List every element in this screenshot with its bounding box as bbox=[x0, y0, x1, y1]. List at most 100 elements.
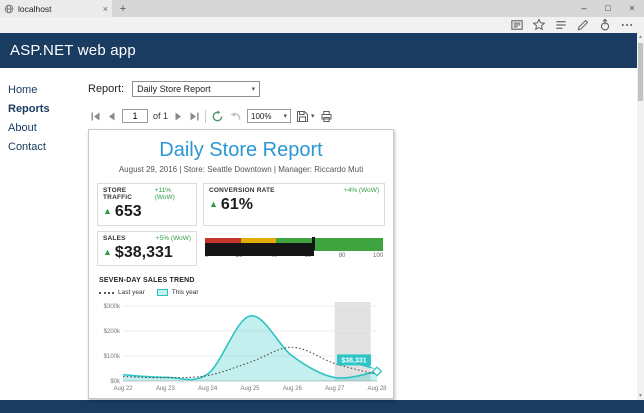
page-favicon-icon bbox=[4, 4, 14, 14]
report-select-value: Daily Store Report bbox=[137, 84, 211, 94]
up-arrow-icon: ▲ bbox=[103, 206, 112, 217]
area-swatch bbox=[156, 289, 168, 297]
browser-toolbar bbox=[0, 17, 644, 33]
svg-text:Aug 25: Aug 25 bbox=[240, 386, 260, 392]
minimize-button[interactable]: – bbox=[572, 0, 596, 17]
app-header: ASP.NET web app bbox=[0, 33, 644, 68]
svg-text:Aug 22: Aug 22 bbox=[113, 386, 133, 392]
share-icon[interactable] bbox=[598, 18, 612, 32]
bullet-bar bbox=[205, 236, 383, 256]
print-icon[interactable] bbox=[320, 110, 333, 123]
page-number-input[interactable] bbox=[122, 109, 148, 123]
chevron-down-icon: ▾ bbox=[251, 86, 256, 93]
svg-text:Aug 27: Aug 27 bbox=[325, 386, 345, 392]
chevron-down-icon: ▾ bbox=[283, 113, 288, 120]
up-arrow-icon: ▲ bbox=[209, 199, 218, 210]
kpi-label: SALES bbox=[103, 234, 126, 242]
kpi-sales: SALES +5% (WoW) ▲ $38,331 bbox=[97, 230, 197, 267]
sidebar-item-home[interactable]: Home bbox=[8, 84, 88, 96]
report-select-label: Report: bbox=[88, 83, 125, 95]
legend-label: This year bbox=[171, 289, 199, 297]
app-footer bbox=[0, 400, 644, 413]
last-page-button[interactable] bbox=[189, 111, 200, 122]
kpi-store-traffic: STORE TRAFFIC +11% (WoW) ▲ 653 bbox=[97, 183, 197, 226]
refresh-icon[interactable] bbox=[211, 110, 224, 123]
trend-chart: $0k $100k $200k $300k Aug 22 Aug 23 Aug 24 Aug … bbox=[104, 302, 387, 392]
svg-text:Aug 23: Aug 23 bbox=[156, 386, 176, 392]
bullet-value-bar bbox=[205, 242, 314, 256]
dotted-line-swatch bbox=[99, 291, 114, 294]
axis-tick: 100 bbox=[372, 252, 383, 259]
browser-tab[interactable]: localhost × bbox=[0, 0, 112, 17]
browser-window: localhost × + – □ × ASP.NET web app Home… bbox=[0, 0, 644, 413]
close-button[interactable]: × bbox=[620, 0, 644, 17]
report-title: Daily Store Report bbox=[159, 139, 323, 161]
new-tab-button[interactable]: + bbox=[112, 0, 134, 17]
kpi-value: 653 bbox=[114, 203, 142, 220]
kpi-grid: STORE TRAFFIC +11% (WoW) ▲ 653 CONVERSIO… bbox=[97, 183, 385, 267]
page-count-label: of 1 bbox=[153, 111, 169, 121]
svg-text:$100k: $100k bbox=[104, 354, 121, 360]
legend-label: Last year bbox=[118, 289, 145, 297]
more-options-icon[interactable] bbox=[620, 18, 634, 32]
scroll-up-icon[interactable]: ▲ bbox=[637, 33, 644, 41]
kpi-delta: +5% (WoW) bbox=[155, 234, 191, 242]
maximize-button[interactable]: □ bbox=[596, 0, 620, 17]
legend-last-year: Last year bbox=[99, 289, 145, 296]
report-viewer: of 1 bbox=[88, 106, 398, 400]
chevron-down-icon[interactable]: ▾ bbox=[311, 112, 315, 120]
trend-title: SEVEN-DAY SALES TREND bbox=[99, 277, 195, 285]
window-controls: – □ × bbox=[572, 0, 644, 17]
app-content: Home Reports About Contact Report: Daily… bbox=[0, 68, 644, 400]
conversion-bullet-chart: 0 20 40 60 80 100 bbox=[203, 231, 385, 267]
tab-strip: localhost × + – □ × bbox=[0, 0, 644, 17]
kpi-label: STORE TRAFFIC bbox=[103, 187, 133, 201]
kpi-delta: +4% (WoW) bbox=[343, 187, 379, 194]
sidebar-nav: Home Reports About Contact bbox=[0, 68, 88, 400]
app-title: ASP.NET web app bbox=[10, 42, 136, 59]
sidebar-item-contact[interactable]: Contact bbox=[8, 141, 88, 153]
scroll-down-icon[interactable]: ▼ bbox=[637, 392, 644, 400]
bullet-target-marker bbox=[311, 236, 315, 250]
main-content: Report: Daily Store Report ▾ of 1 bbox=[88, 68, 644, 400]
trend-section: SEVEN-DAY SALES TREND Last year This yea… bbox=[97, 277, 387, 392]
sidebar-item-about[interactable]: About bbox=[8, 122, 88, 134]
back-to-parent-icon[interactable] bbox=[229, 110, 242, 123]
svg-text:$300k: $300k bbox=[104, 304, 121, 310]
reading-view-icon[interactable] bbox=[510, 18, 524, 32]
kpi-conversion-rate: CONVERSION RATE +4% (WoW) ▲ 61% bbox=[203, 183, 385, 226]
svg-text:Aug 26: Aug 26 bbox=[283, 386, 303, 392]
previous-page-button[interactable] bbox=[106, 111, 117, 122]
svg-text:Aug 24: Aug 24 bbox=[198, 386, 218, 392]
viewer-toolbar: of 1 bbox=[88, 106, 398, 126]
axis-tick: 80 bbox=[338, 252, 346, 259]
kpi-delta: +11% (WoW) bbox=[154, 187, 175, 201]
svg-text:Aug 28: Aug 28 bbox=[367, 386, 387, 392]
report-select-dropdown[interactable]: Daily Store Report ▾ bbox=[132, 81, 261, 97]
svg-text:$38,331: $38,331 bbox=[341, 358, 366, 365]
web-note-pen-icon[interactable] bbox=[576, 18, 590, 32]
toolbar-separator bbox=[205, 109, 207, 123]
report-meta: August 29, 2016 | Store: Seattle Downtow… bbox=[118, 165, 364, 174]
scrollbar[interactable]: ▲ ▼ bbox=[637, 33, 644, 400]
zoom-value: 100% bbox=[251, 111, 272, 121]
svg-text:$0k: $0k bbox=[110, 379, 121, 385]
export-save-icon[interactable] bbox=[296, 110, 309, 123]
kpi-label: CONVERSION RATE bbox=[209, 187, 275, 194]
kpi-value: 61% bbox=[220, 196, 253, 213]
next-page-button[interactable] bbox=[173, 111, 184, 122]
sidebar-item-reports[interactable]: Reports bbox=[8, 103, 88, 115]
hub-icon[interactable] bbox=[554, 18, 568, 32]
favorites-star-icon[interactable] bbox=[532, 18, 546, 32]
report-page: Daily Store Report August 29, 2016 | Sto… bbox=[88, 129, 394, 400]
kpi-value: $38,331 bbox=[114, 243, 173, 261]
scrollbar-thumb[interactable] bbox=[638, 43, 643, 101]
tab-close-icon[interactable]: × bbox=[103, 4, 108, 14]
first-page-button[interactable] bbox=[90, 111, 101, 122]
up-arrow-icon: ▲ bbox=[103, 246, 112, 257]
legend-this-year: This year bbox=[156, 289, 199, 297]
tab-title: localhost bbox=[18, 3, 52, 14]
svg-text:$200k: $200k bbox=[104, 329, 121, 335]
zoom-select[interactable]: 100% ▾ bbox=[247, 109, 292, 123]
trend-legend: Last year This year bbox=[99, 289, 383, 297]
